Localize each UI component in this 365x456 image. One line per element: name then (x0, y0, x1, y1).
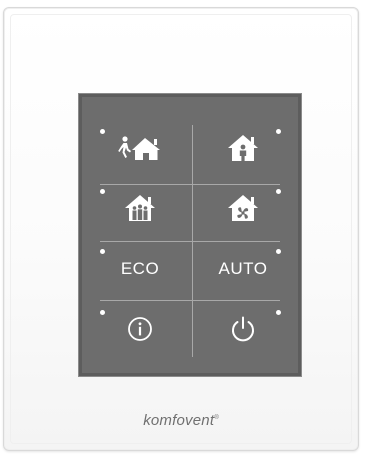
ventilation-mode-button[interactable] (195, 181, 291, 235)
fan-in-house-icon (227, 193, 259, 223)
control-panel-device: ECO AUTO komfovent® (3, 7, 359, 451)
info-button[interactable] (92, 302, 188, 356)
occupancy-mode-button[interactable] (92, 181, 188, 235)
home-mode-indicator-dot (276, 129, 281, 134)
occupancy-mode-indicator-dot (100, 189, 105, 194)
person-walking-away-house-icon (117, 133, 163, 163)
power-indicator-dot (276, 310, 281, 315)
eco-mode-indicator-dot (100, 249, 105, 254)
home-mode-button[interactable] (195, 121, 291, 175)
eco-mode-label: ECO (120, 258, 160, 278)
brand-name: komfovent (143, 412, 215, 429)
power-icon (229, 315, 257, 343)
person-at-home-icon (227, 133, 259, 163)
power-button[interactable] (195, 302, 291, 356)
touch-screen: ECO AUTO (79, 94, 301, 376)
auto-mode-button[interactable]: AUTO (195, 241, 291, 295)
away-mode-indicator-dot (100, 129, 105, 134)
info-icon (127, 316, 153, 342)
info-indicator-dot (100, 310, 105, 315)
ventilation-mode-indicator-dot (276, 189, 281, 194)
auto-mode-label: AUTO (218, 258, 268, 278)
away-mode-button[interactable] (92, 121, 188, 175)
eco-mode-button[interactable]: ECO (92, 241, 188, 295)
horizontal-divider (100, 300, 280, 301)
auto-mode-indicator-dot (276, 249, 281, 254)
people-in-house-icon (124, 193, 156, 223)
brand-logo: komfovent® (4, 412, 358, 429)
registered-mark: ® (214, 415, 219, 421)
